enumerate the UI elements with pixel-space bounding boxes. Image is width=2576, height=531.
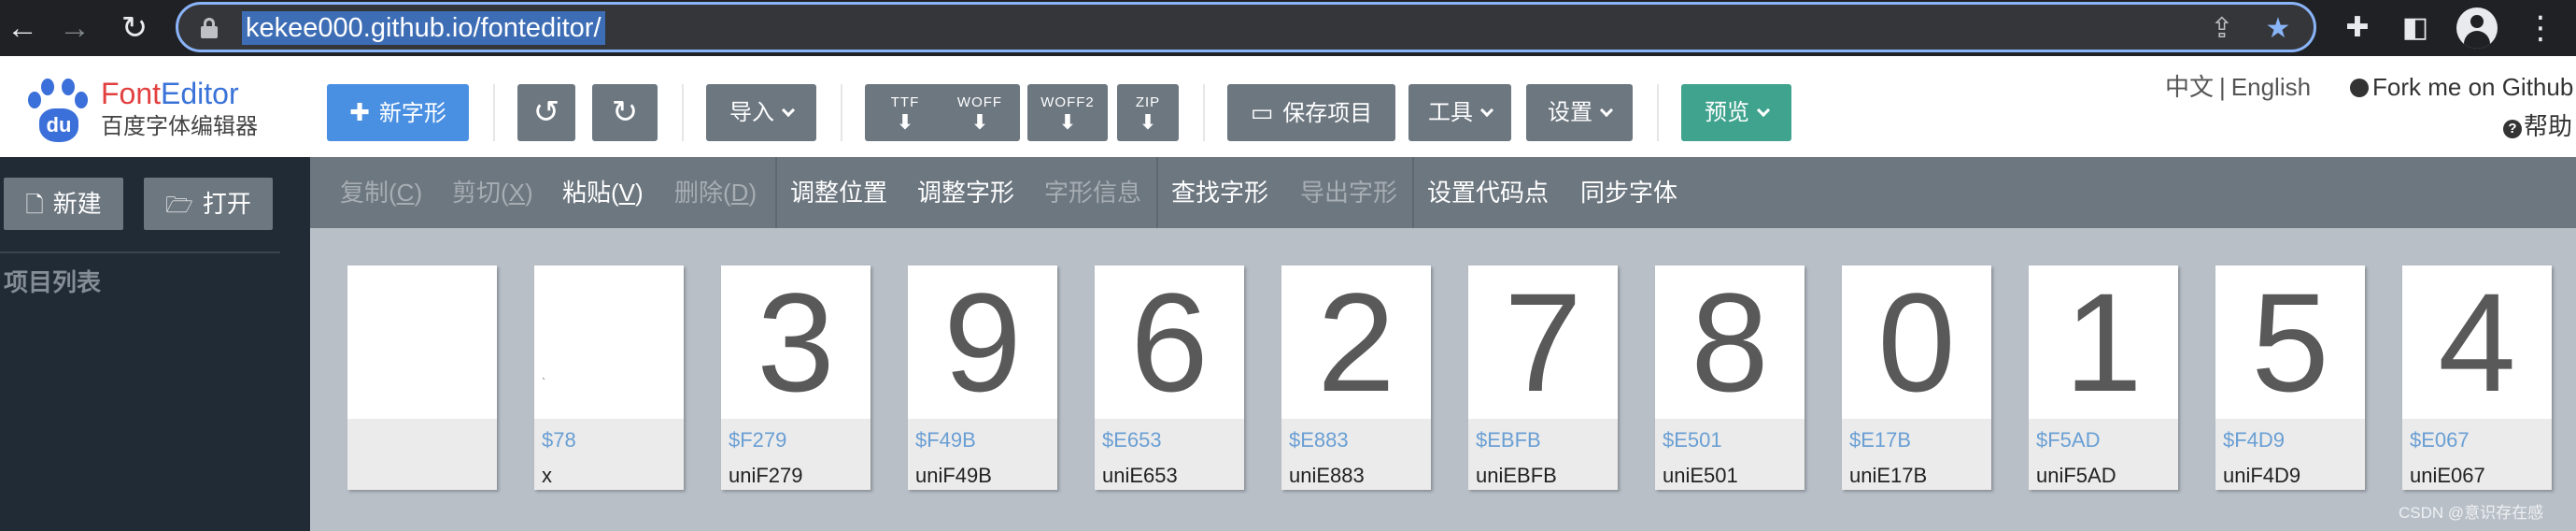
download-arrow-icon: ⬇ <box>970 110 989 134</box>
forward-arrow-icon[interactable]: → <box>52 6 97 50</box>
glyph-card[interactable]: 4 $E067 uniE067 <box>2402 266 2552 490</box>
question-icon: ? <box>2503 120 2522 138</box>
download-arrow-icon: ⬇ <box>1139 110 1157 134</box>
glyph-card[interactable]: 8 $E501 uniE501 <box>1655 266 1805 490</box>
lang-en-link[interactable]: English <box>2231 73 2311 101</box>
undo-button[interactable]: ↺ <box>517 84 575 141</box>
adjust-position-button[interactable]: 调整位置 <box>790 176 887 209</box>
glyph-card[interactable]: 2 $E883 uniE883 <box>1281 266 1431 490</box>
back-arrow-icon[interactable]: ← <box>0 6 45 50</box>
sync-font-button[interactable]: 同步字体 <box>1580 176 1677 209</box>
glyph-card[interactable]: 3 $F279 uniF279 <box>721 266 870 490</box>
settings-dropdown-button[interactable]: 设置 <box>1526 84 1633 141</box>
new-glyph-button[interactable]: ✚ 新字形 <box>327 84 469 141</box>
project-sidebar: 🗋 新建 🗁 打开 项目列表 <box>0 157 310 531</box>
language-switcher: 中文 | English <box>2165 73 2312 101</box>
chevron-down-icon <box>1756 103 1771 118</box>
help-link[interactable]: ? 帮助 <box>2503 112 2572 140</box>
side-panel-icon[interactable]: ◧ <box>2393 6 2438 50</box>
baidu-logo-icon: du <box>24 77 92 144</box>
redo-icon: ↻ <box>611 94 639 130</box>
chevron-down-icon <box>1479 103 1494 118</box>
preview-dropdown-button[interactable]: 预览 <box>1681 84 1791 141</box>
folder-open-icon: 🗁 <box>165 193 193 218</box>
export-woff2-button[interactable]: WOFF2 ⬇ <box>1027 84 1108 141</box>
glyph-card[interactable]: 0 $E17B uniE17B <box>1842 266 1991 490</box>
lock-icon[interactable] <box>201 18 218 38</box>
copy-button[interactable]: 复制(C) <box>340 176 422 209</box>
github-link[interactable]: Fork me on Github <box>2350 73 2573 101</box>
find-glyph-button[interactable]: 查找字形 <box>1171 176 1268 209</box>
save-project-button[interactable]: ▭ 保存项目 <box>1227 84 1395 141</box>
address-bar[interactable]: kekee000.github.io/fonteditor/ ⇪ ★ <box>176 2 2316 52</box>
open-project-button[interactable]: 🗁 打开 <box>144 178 273 230</box>
drive-icon: ▭ <box>1250 98 1274 126</box>
glyph-card[interactable]: 7 $EBFB uniEBFB <box>1468 266 1618 490</box>
glyph-card[interactable]: ` $78 x <box>534 266 684 490</box>
edit-toolbar: 复制(C) 剪切(X) 粘贴(V) 删除(D) 调整位置 调整字形 字形信息 查… <box>310 157 2576 228</box>
brand-subtitle: 百度字体编辑器 <box>101 114 258 139</box>
glyph-info-button[interactable]: 字形信息 <box>1044 176 1141 209</box>
browser-menu-icon[interactable]: ⋮ <box>2522 6 2559 50</box>
project-list-title: 项目列表 <box>4 268 102 296</box>
glyph-card[interactable] <box>347 266 497 490</box>
reload-icon[interactable]: ↻ <box>112 6 157 50</box>
glyph-x-mark: ` <box>542 376 545 389</box>
set-codepoint-button[interactable]: 设置代码点 <box>1427 176 1549 209</box>
download-arrow-icon: ⬇ <box>896 110 914 134</box>
browser-toolbar: ← → ↻ kekee000.github.io/fonteditor/ ⇪ ★… <box>0 0 2576 56</box>
share-icon[interactable]: ⇪ <box>2205 12 2239 46</box>
glyph-card[interactable]: 6 $E653 uniE653 <box>1095 266 1244 490</box>
chevron-down-icon <box>1599 103 1614 118</box>
adjust-glyph-button[interactable]: 调整字形 <box>917 176 1014 209</box>
lang-zh-link[interactable]: 中文 <box>2165 73 2214 101</box>
export-glyph-button[interactable]: 导出字形 <box>1300 176 1397 209</box>
github-icon <box>2350 79 2369 97</box>
glyph-card[interactable]: 9 $F49B uniF49B <box>908 266 1057 490</box>
profile-avatar-icon[interactable] <box>2456 7 2498 49</box>
url-text[interactable]: kekee000.github.io/fonteditor/ <box>242 11 605 45</box>
watermark: CSDN @意识存在感 <box>2399 504 2544 522</box>
app-header: du FontEditor 百度字体编辑器 ✚ 新字形 ↺ ↻ 导入 TTF ⬇ W… <box>0 56 2576 157</box>
brand-name: FontEditor <box>101 77 239 110</box>
file-icon: 🗋 <box>25 193 44 218</box>
plus-icon: ✚ <box>349 98 370 126</box>
extensions-puzzle-icon[interactable]: ✚ <box>2335 6 2380 50</box>
delete-button[interactable]: 删除(D) <box>674 176 757 209</box>
glyph-card[interactable]: 5 $F4D9 uniF4D9 <box>2215 266 2365 490</box>
cut-button[interactable]: 剪切(X) <box>452 176 533 209</box>
redo-button[interactable]: ↻ <box>592 84 658 141</box>
export-ttf-button[interactable]: TTF ⬇ <box>865 84 945 141</box>
sidebar-divider <box>0 251 280 253</box>
chevron-down-icon <box>781 103 796 118</box>
download-arrow-icon: ⬇ <box>1058 110 1077 134</box>
paste-button[interactable]: 粘贴(V) <box>562 176 644 209</box>
glyph-card[interactable]: 1 $F5AD uniF5AD <box>2029 266 2178 490</box>
glyph-grid: ` $78 x 3 $F279 uniF279 9 $F49B uniF49B 6 $… <box>310 228 2576 531</box>
new-project-button[interactable]: 🗋 新建 <box>4 178 123 230</box>
export-zip-button[interactable]: ZIP ⬇ <box>1117 84 1179 141</box>
undo-icon: ↺ <box>532 94 560 130</box>
tools-dropdown-button[interactable]: 工具 <box>1408 84 1511 141</box>
import-dropdown-button[interactable]: 导入 <box>706 84 816 141</box>
export-woff-button[interactable]: WOFF ⬇ <box>940 84 1020 141</box>
bookmark-star-icon[interactable]: ★ <box>2261 12 2295 46</box>
